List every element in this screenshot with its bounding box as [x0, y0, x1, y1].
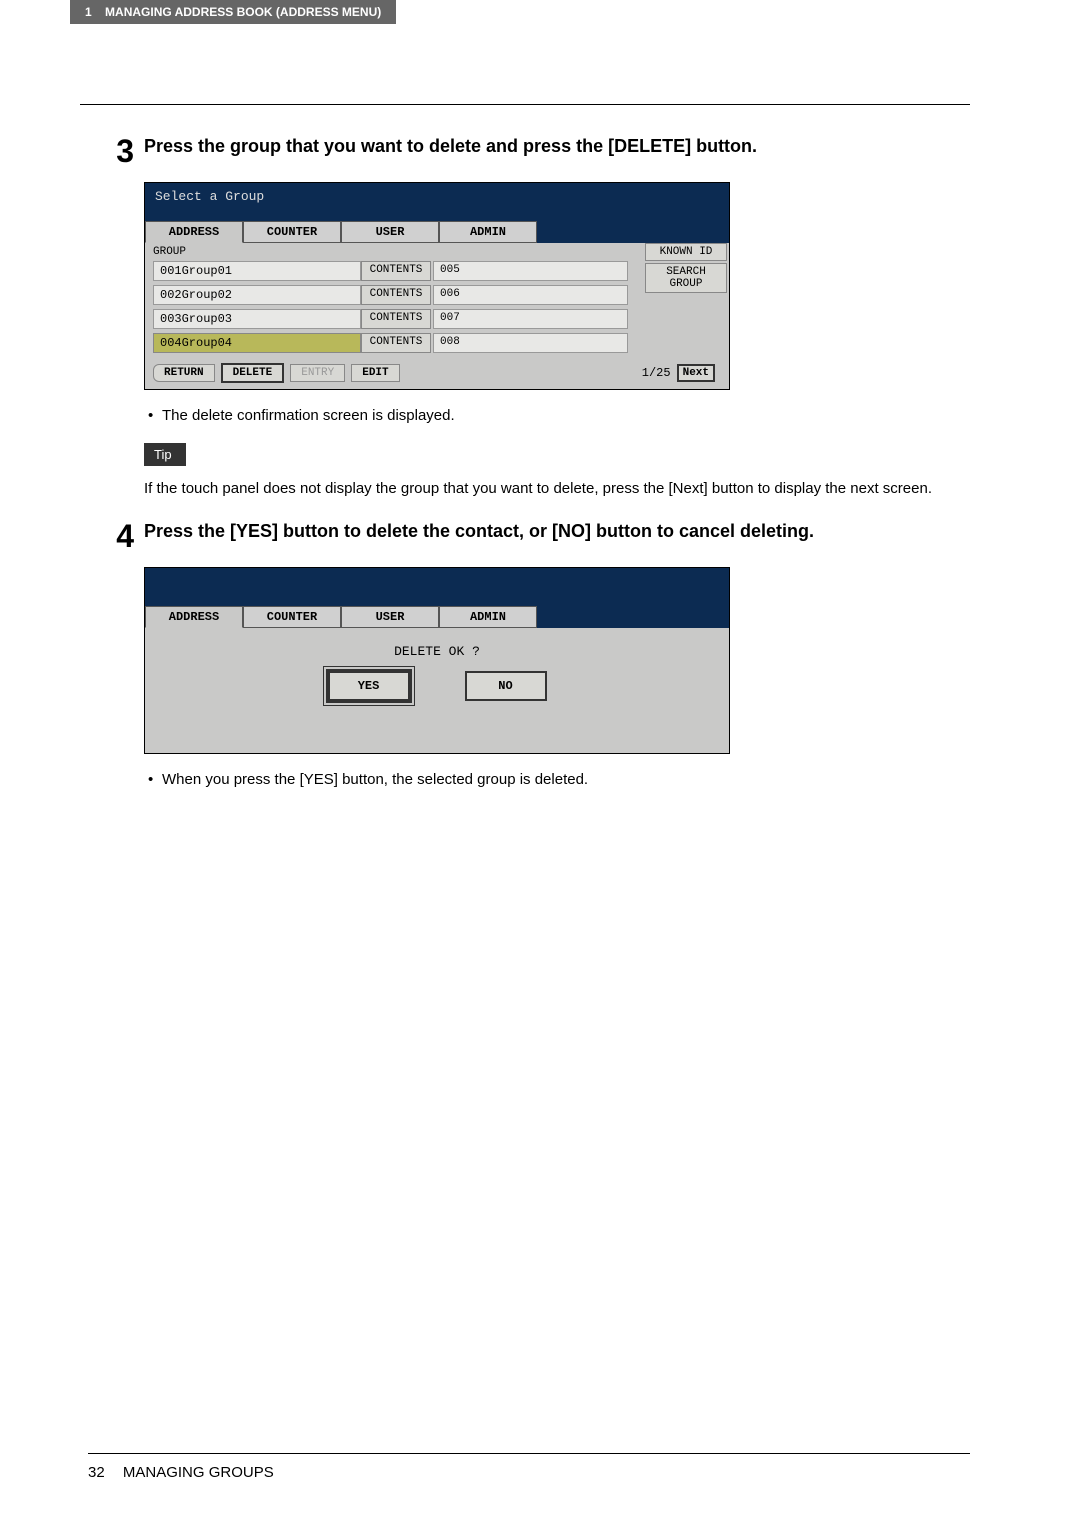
chapter-number: 1	[85, 5, 92, 19]
page-indicator: 1/25	[642, 366, 671, 380]
footer-section: MANAGING GROUPS	[123, 1464, 274, 1481]
step-4: 4 Press the [YES] button to delete the c…	[100, 520, 960, 552]
screen-title: Select a Group	[145, 183, 729, 221]
tab-user[interactable]: USER	[341, 606, 439, 628]
screenshot-group-list: Select a Group ADDRESS COUNTER USER ADMI…	[144, 182, 960, 390]
step4-note: When you press the [YES] button, the sel…	[144, 769, 960, 792]
table-row: 001Group01 CONTENTS 005	[153, 261, 721, 281]
return-button[interactable]: RETURN	[153, 364, 215, 382]
tab-admin[interactable]: ADMIN	[439, 221, 537, 243]
group-label: GROUP	[145, 243, 729, 261]
tip-text: If the touch panel does not display the …	[144, 478, 960, 501]
count-cell: 006	[433, 285, 628, 305]
step-title: Press the group that you want to delete …	[144, 135, 960, 167]
step-number: 3	[100, 135, 134, 167]
divider-top	[80, 104, 970, 105]
delete-confirm-text: DELETE OK ?	[145, 628, 729, 671]
contents-button[interactable]: CONTENTS	[361, 309, 431, 329]
count-cell: 007	[433, 309, 628, 329]
contents-button[interactable]: CONTENTS	[361, 285, 431, 305]
table-row: 003Group03 CONTENTS 007	[153, 309, 721, 329]
entry-button[interactable]: ENTRY	[290, 364, 345, 382]
page-number: 32	[88, 1464, 105, 1481]
edit-button[interactable]: EDIT	[351, 364, 399, 382]
tab-user[interactable]: USER	[341, 221, 439, 243]
chapter-title: MANAGING ADDRESS BOOK (ADDRESS MENU)	[105, 5, 381, 19]
group-item[interactable]: 003Group03	[153, 309, 361, 329]
contents-button[interactable]: CONTENTS	[361, 261, 431, 281]
tab-counter[interactable]: COUNTER	[243, 606, 341, 628]
group-item[interactable]: 001Group01	[153, 261, 361, 281]
group-item-selected[interactable]: 004Group04	[153, 333, 361, 353]
step-title: Press the [YES] button to delete the con…	[144, 520, 960, 552]
table-row: 002Group02 CONTENTS 006	[153, 285, 721, 305]
table-row: 004Group04 CONTENTS 008	[153, 333, 721, 353]
next-button[interactable]: Next	[677, 364, 715, 382]
tab-admin[interactable]: ADMIN	[439, 606, 537, 628]
step-number: 4	[100, 520, 134, 552]
header-chapter-tab: 1 MANAGING ADDRESS BOOK (ADDRESS MENU)	[70, 0, 396, 24]
no-button[interactable]: NO	[465, 671, 547, 701]
group-item[interactable]: 002Group02	[153, 285, 361, 305]
count-cell: 008	[433, 333, 628, 353]
contents-button[interactable]: CONTENTS	[361, 333, 431, 353]
tab-address[interactable]: ADDRESS	[145, 221, 243, 243]
count-cell: 005	[433, 261, 628, 281]
step-3: 3 Press the group that you want to delet…	[100, 135, 960, 167]
step3-note: The delete confirmation screen is displa…	[144, 405, 960, 428]
search-group-button[interactable]: SEARCH GROUP	[645, 263, 727, 293]
tab-counter[interactable]: COUNTER	[243, 221, 341, 243]
known-id-button[interactable]: KNOWN ID	[645, 243, 727, 261]
yes-button[interactable]: YES	[328, 671, 410, 701]
divider-footer	[88, 1453, 970, 1454]
tip-badge: Tip	[144, 443, 186, 466]
screen2-titlebar	[145, 568, 729, 606]
screenshot-delete-confirm: ADDRESS COUNTER USER ADMIN DELETE OK ? Y…	[144, 567, 960, 754]
page-footer-text: 32 MANAGING GROUPS	[88, 1464, 970, 1481]
delete-button[interactable]: DELETE	[221, 363, 285, 383]
tab-address[interactable]: ADDRESS	[145, 606, 243, 628]
